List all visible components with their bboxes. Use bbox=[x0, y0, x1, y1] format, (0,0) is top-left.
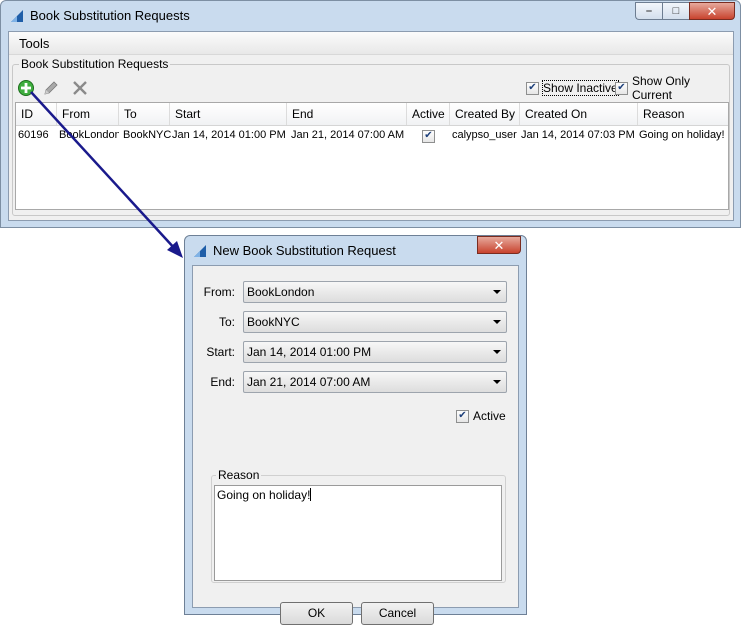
cell-start: Jan 14, 2014 01:00 PM bbox=[172, 129, 286, 141]
to-row: To: BookNYC bbox=[193, 311, 520, 333]
maximize-icon: □ bbox=[672, 4, 680, 17]
main-titlebar[interactable]: Book Substitution Requests ⎯ □ ✕ bbox=[1, 1, 740, 31]
column-header-created-by[interactable]: Created By bbox=[450, 103, 520, 125]
end-value: Jan 21, 2014 07:00 AM bbox=[247, 375, 371, 389]
start-value: Jan 14, 2014 01:00 PM bbox=[247, 345, 372, 359]
checkmark-icon: ✔ bbox=[458, 410, 467, 421]
dialog-title: New Book Substitution Request bbox=[213, 243, 396, 258]
cell-active[interactable]: ✔ bbox=[422, 126, 442, 144]
cancel-button[interactable]: Cancel bbox=[361, 602, 434, 625]
show-only-current-box[interactable]: ✔ bbox=[615, 81, 628, 95]
show-inactive-checkbox[interactable]: ✔ Show Inactive bbox=[526, 80, 619, 96]
reason-textarea[interactable]: Going on holiday! bbox=[214, 485, 502, 581]
table-header: ID From To Start End Active Created By C… bbox=[16, 103, 728, 126]
close-icon: ✕ bbox=[493, 237, 505, 253]
main-window: Book Substitution Requests ⎯ □ ✕ Tools B… bbox=[0, 0, 741, 228]
reason-label: Reason bbox=[216, 468, 262, 482]
checkmark-icon: ✔ bbox=[424, 130, 433, 141]
chevron-down-icon bbox=[493, 350, 501, 354]
menu-tools[interactable]: Tools bbox=[19, 36, 49, 51]
add-circle-icon[interactable] bbox=[17, 79, 35, 97]
cell-end: Jan 21, 2014 07:00 AM bbox=[291, 129, 405, 141]
app-icon bbox=[194, 245, 206, 257]
active-label: Active bbox=[473, 409, 506, 423]
text-caret bbox=[310, 488, 312, 501]
column-header-to[interactable]: To bbox=[119, 103, 170, 125]
end-row: End: Jan 21, 2014 07:00 AM bbox=[193, 371, 520, 393]
minimize-icon: ⎯ bbox=[646, 4, 652, 17]
column-header-end[interactable]: End bbox=[287, 103, 407, 125]
show-only-current-checkbox[interactable]: ✔ Show Only Current bbox=[615, 74, 733, 102]
main-client-area: Tools Book Substitution Requests ✔ Show … bbox=[8, 31, 734, 221]
cell-from: BookLondon bbox=[59, 129, 119, 141]
minimize-button[interactable]: ⎯ bbox=[635, 2, 662, 20]
show-only-current-label: Show Only Current bbox=[631, 74, 690, 102]
maximize-button[interactable]: □ bbox=[662, 2, 689, 20]
chevron-down-icon bbox=[493, 380, 501, 384]
requests-table[interactable]: ID From To Start End Active Created By C… bbox=[15, 102, 729, 210]
chevron-down-icon bbox=[493, 290, 501, 294]
checkmark-icon: ✔ bbox=[528, 82, 537, 93]
from-row: From: BookLondon bbox=[193, 281, 520, 303]
dialog-close-button[interactable]: ✕ bbox=[477, 236, 521, 254]
cell-to: BookNYC bbox=[123, 129, 172, 141]
show-inactive-label: Show Inactive bbox=[542, 80, 619, 96]
delete-x-icon[interactable] bbox=[71, 79, 89, 97]
to-dropdown[interactable]: BookNYC bbox=[243, 311, 507, 333]
column-header-from[interactable]: From bbox=[57, 103, 119, 125]
reason-group: Reason Going on holiday! bbox=[211, 468, 506, 583]
checkmark-icon: ✔ bbox=[617, 82, 626, 93]
ok-button[interactable]: OK bbox=[280, 602, 353, 625]
pencil-icon[interactable] bbox=[42, 79, 60, 97]
main-window-title: Book Substitution Requests bbox=[30, 8, 190, 23]
dialog-titlebar[interactable]: New Book Substitution Request ✕ bbox=[185, 236, 526, 266]
close-button[interactable]: ✕ bbox=[689, 2, 735, 20]
from-dropdown[interactable]: BookLondon bbox=[243, 281, 507, 303]
cell-reason: Going on holiday! bbox=[639, 129, 725, 141]
column-header-id[interactable]: ID bbox=[16, 103, 57, 125]
end-date-picker[interactable]: Jan 21, 2014 07:00 AM bbox=[243, 371, 507, 393]
from-value: BookLondon bbox=[247, 285, 315, 299]
panel-title: Book Substitution Requests bbox=[19, 57, 171, 71]
column-header-start[interactable]: Start bbox=[170, 103, 287, 125]
start-label: Start: bbox=[206, 345, 235, 359]
active-checkbox[interactable]: ✔ bbox=[422, 129, 435, 143]
cell-id: 60196 bbox=[18, 129, 49, 141]
end-label: End: bbox=[210, 375, 235, 389]
from-label: From: bbox=[203, 285, 235, 299]
column-header-reason[interactable]: Reason bbox=[638, 103, 728, 125]
cell-created-by: calypso_user bbox=[452, 129, 517, 141]
active-checkbox[interactable]: ✔ bbox=[456, 409, 469, 423]
dialog-client-area: From: BookLondon To: BookNYC Start: Jan … bbox=[192, 265, 520, 625]
start-row: Start: Jan 14, 2014 01:00 PM bbox=[193, 341, 520, 363]
to-label: To: bbox=[218, 315, 235, 329]
cell-created-on: Jan 14, 2014 07:03 PM bbox=[521, 129, 635, 141]
show-inactive-box[interactable]: ✔ bbox=[526, 81, 539, 95]
table-row[interactable]: 60196 BookLondon BookNYC Jan 14, 2014 01… bbox=[16, 126, 728, 144]
chevron-down-icon bbox=[493, 320, 501, 324]
menu-bar: Tools bbox=[9, 32, 733, 55]
new-request-dialog: New Book Substitution Request ✕ From: Bo… bbox=[184, 235, 527, 625]
column-header-active[interactable]: Active bbox=[407, 103, 450, 125]
active-checkbox-row[interactable]: ✔ Active bbox=[456, 408, 506, 424]
start-date-picker[interactable]: Jan 14, 2014 01:00 PM bbox=[243, 341, 507, 363]
app-icon bbox=[11, 10, 23, 22]
close-icon: ✕ bbox=[706, 3, 718, 19]
reason-text: Going on holiday! bbox=[217, 488, 311, 502]
to-value: BookNYC bbox=[247, 315, 300, 329]
column-header-created-on[interactable]: Created On bbox=[520, 103, 638, 125]
